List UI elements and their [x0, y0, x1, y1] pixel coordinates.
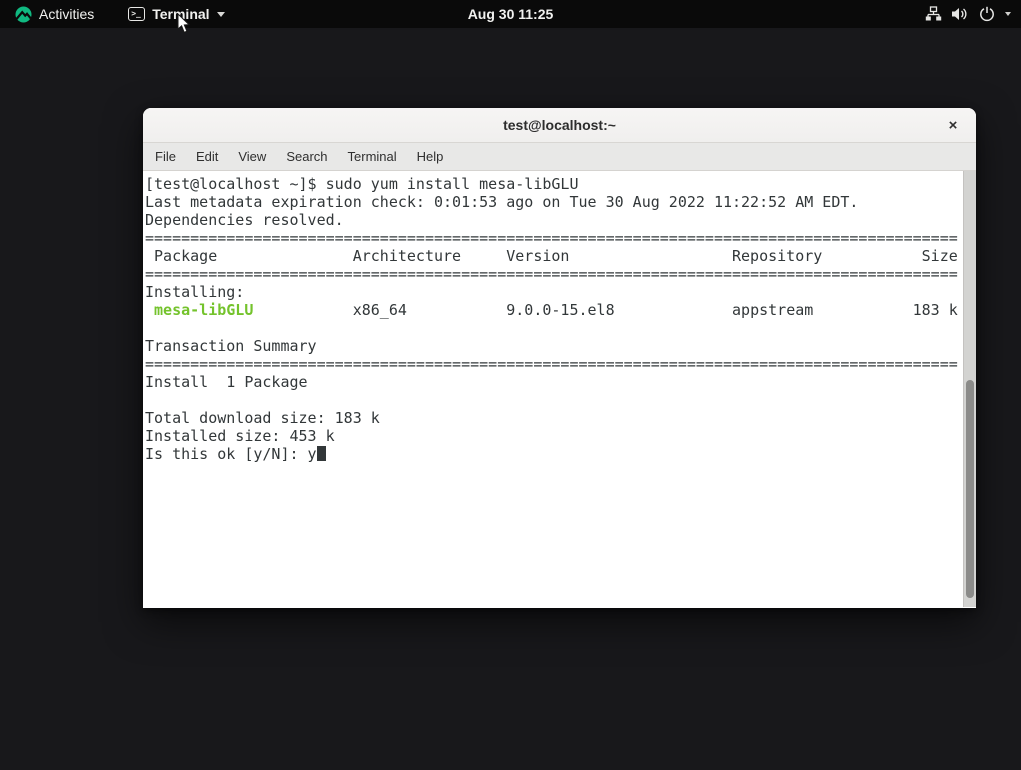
window-titlebar[interactable]: test@localhost:~ ×: [143, 108, 976, 143]
terminal-line: [test@localhost ~]$ sudo yum install mes…: [145, 175, 579, 193]
power-icon: [978, 5, 996, 23]
terminal-window: test@localhost:~ × File Edit View Search…: [143, 108, 976, 608]
terminal-line: ========================================…: [145, 355, 958, 373]
close-button[interactable]: ×: [940, 108, 966, 143]
menu-bar: File Edit View Search Terminal Help: [143, 143, 976, 171]
terminal-cursor: [316, 446, 326, 461]
volume-icon: [951, 5, 969, 23]
menu-view[interactable]: View: [228, 145, 276, 168]
terminal-line: mesa-libGLU x86_64 9.0.0-15.el8 appstrea…: [154, 301, 958, 319]
terminal-line: Dependencies resolved.: [145, 211, 344, 229]
activities-label: Activities: [39, 6, 95, 22]
activities-button[interactable]: Activities: [8, 3, 100, 25]
chevron-down-icon: [216, 11, 225, 17]
terminal-line: Installed size: 453 k: [145, 427, 335, 445]
terminal-line: Transaction Summary: [145, 337, 317, 355]
window-title: test@localhost:~: [503, 117, 616, 133]
terminal-line: Total download size: 183 k: [145, 409, 380, 427]
terminal-app-icon: >_: [128, 7, 146, 21]
app-menu-label: Terminal: [152, 6, 210, 22]
terminal-content[interactable]: [test@localhost ~]$ sudo yum install mes…: [143, 171, 976, 607]
clock-label: Aug 30 11:25: [467, 6, 554, 22]
terminal-line: Last metadata expiration check: 0:01:53 …: [145, 193, 859, 211]
menu-file[interactable]: File: [145, 145, 186, 168]
terminal-line: Is this ok [y/N]: y: [145, 445, 963, 463]
top-bar: Activities >_ Terminal Aug 30 11:25: [0, 0, 1021, 28]
scrollbar[interactable]: [963, 171, 976, 607]
menu-search[interactable]: Search: [276, 145, 337, 168]
clock-button[interactable]: Aug 30 11:25: [458, 0, 564, 28]
network-wired-icon: [924, 5, 942, 23]
terminal-line: Install 1 Package: [145, 373, 308, 391]
system-status-area[interactable]: [924, 0, 1015, 28]
terminal-text: [test@localhost ~]$ sudo yum install mes…: [145, 175, 963, 463]
rocky-linux-logo-icon: [14, 5, 32, 23]
menu-terminal[interactable]: Terminal: [338, 145, 407, 168]
menu-edit[interactable]: Edit: [186, 145, 228, 168]
terminal-line: Installing:: [145, 283, 245, 301]
chevron-down-icon: [1005, 12, 1011, 16]
terminal-line: ========================================…: [145, 265, 958, 283]
scrollbar-thumb[interactable]: [966, 380, 974, 599]
terminal-line: ========================================…: [145, 229, 958, 247]
app-menu-terminal[interactable]: >_ Terminal: [122, 4, 230, 24]
terminal-line: Package Architecture Version Repository …: [145, 247, 958, 265]
menu-help[interactable]: Help: [407, 145, 454, 168]
